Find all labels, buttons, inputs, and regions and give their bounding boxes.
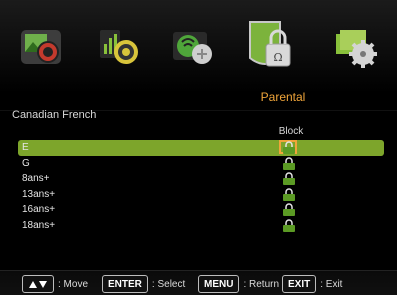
lock-icon[interactable]: [281, 156, 297, 170]
move-hint: : Move: [22, 274, 88, 294]
rating-label: E: [22, 142, 29, 153]
rating-label: 16ans+: [22, 204, 56, 216]
rating-row-13ans[interactable]: 13ans+: [18, 187, 384, 203]
setup-icon[interactable]: [170, 24, 216, 70]
select-label: : Select: [151, 278, 186, 290]
sound-icon[interactable]: [96, 24, 142, 70]
lock-icon[interactable]: [281, 203, 297, 217]
rating-row-16ans[interactable]: 16ans+: [18, 202, 384, 218]
rating-row-8ans[interactable]: 8ans+: [18, 171, 384, 187]
rating-label: G: [22, 157, 30, 169]
up-down-arrows-icon: [22, 275, 54, 293]
rating-system-title: Canadian French: [12, 109, 97, 121]
rating-row-g[interactable]: G: [18, 156, 384, 172]
exit-label: : Exit: [320, 278, 343, 290]
svg-text:Ω: Ω: [273, 51, 282, 64]
lock-icon[interactable]: [281, 172, 297, 186]
rating-label: 18ans+: [22, 219, 56, 231]
lock-icon[interactable]: [281, 219, 297, 232]
parental-lock-icon[interactable]: Ω: [244, 18, 296, 74]
rating-label: 8ans+: [22, 173, 50, 185]
enter-key: ENTER: [102, 275, 148, 293]
block-column-header: Block: [278, 126, 304, 137]
return-label: : Return: [243, 278, 280, 290]
options-gear-icon[interactable]: [332, 24, 378, 70]
exit-hint: EXIT : Exit: [282, 274, 342, 294]
rating-list: E G 8ans+ 13ans+ 16ans+ 18ans+: [18, 140, 384, 234]
lock-icon[interactable]: [281, 141, 297, 154]
exit-key: EXIT: [282, 275, 317, 293]
parental-ratings-screen: Ω Parental Canadian French Block E G 8an…: [0, 0, 397, 295]
main-menu-bar: Ω Parental: [0, 0, 397, 111]
return-hint: MENU : Return: [198, 274, 279, 294]
rating-row-18ans[interactable]: 18ans+: [18, 218, 384, 234]
lock-icon[interactable]: [281, 188, 297, 201]
move-label: : Move: [58, 278, 89, 290]
select-hint: ENTER : Select: [102, 274, 185, 294]
active-menu-title: Parental: [260, 90, 306, 104]
menu-key: MENU: [198, 275, 240, 293]
rating-row-e[interactable]: E: [18, 140, 384, 156]
rating-label: 13ans+: [22, 188, 56, 200]
picture-icon[interactable]: [18, 24, 64, 70]
key-hints-bar: : Move ENTER : Select MENU : Return EXIT…: [0, 270, 397, 295]
